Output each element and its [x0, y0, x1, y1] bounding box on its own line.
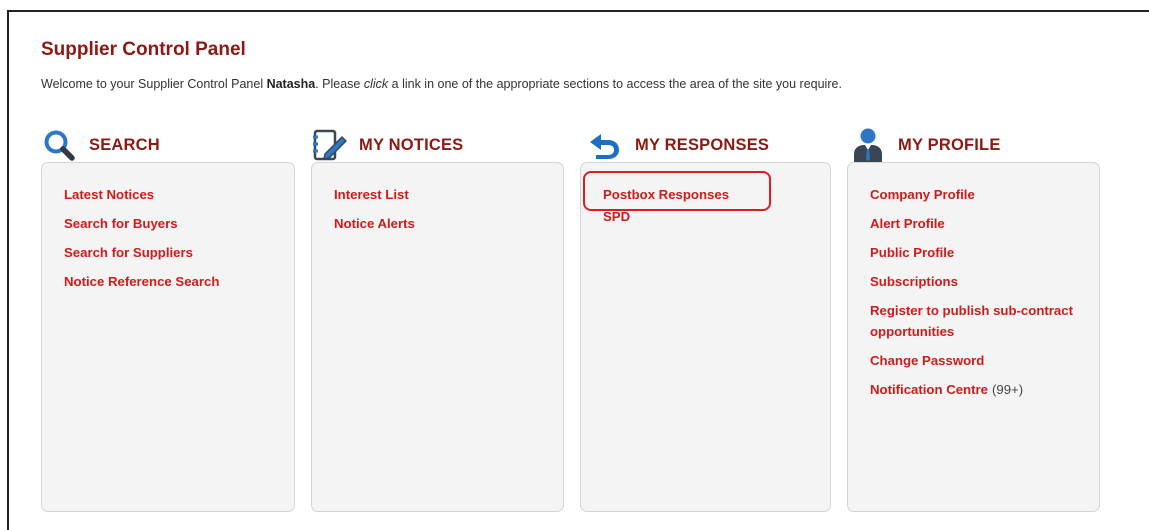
panel-notices: Interest List Notice Alerts — [311, 162, 564, 512]
notification-count-badge: (99+) — [991, 382, 1024, 397]
welcome-text-click: click — [363, 77, 389, 91]
panel-search: Latest Notices Search for Buyers Search … — [41, 162, 295, 512]
notepad-pencil-icon — [311, 127, 347, 163]
panel-profile: Company Profile Alert Profile Public Pro… — [847, 162, 1100, 512]
panel-responses: Postbox Responses SPD — [580, 162, 831, 512]
section-title-profile: MY PROFILE — [898, 135, 1001, 154]
link-interest-list[interactable]: Interest List — [312, 180, 563, 209]
user-name: Natasha — [266, 77, 316, 91]
section-header-responses: MY RESPONSES — [587, 127, 769, 163]
welcome-text-start: Welcome to your Supplier Control Panel — [41, 77, 267, 91]
link-register-subcontract[interactable]: Register to publish sub-contract opportu… — [848, 296, 1099, 346]
notification-centre-item: Notification Centre (99+) — [848, 375, 1099, 404]
section-title-responses: MY RESPONSES — [635, 135, 770, 154]
magnifier-icon — [41, 127, 77, 163]
welcome-text-end: a link in one of the appropriate section… — [388, 77, 842, 91]
link-notification-centre[interactable]: Notification Centre — [870, 382, 988, 397]
section-title-notices: MY NOTICES — [359, 135, 464, 154]
link-company-profile[interactable]: Company Profile — [848, 180, 1099, 209]
page-title: Supplier Control Panel — [41, 39, 246, 60]
link-alert-profile[interactable]: Alert Profile — [848, 209, 1099, 238]
link-change-password[interactable]: Change Password — [848, 346, 1099, 375]
welcome-text-mid: . Please — [315, 77, 364, 91]
welcome-message: Welcome to your Supplier Control Panel N… — [41, 77, 842, 91]
link-notice-reference-search[interactable]: Notice Reference Search — [42, 267, 294, 296]
section-header-notices: MY NOTICES — [311, 127, 463, 163]
link-search-for-buyers[interactable]: Search for Buyers — [42, 209, 294, 238]
link-subscriptions[interactable]: Subscriptions — [848, 267, 1099, 296]
section-header-search: SEARCH — [41, 127, 160, 163]
link-public-profile[interactable]: Public Profile — [848, 238, 1099, 267]
section-header-profile: MY PROFILE — [850, 127, 1001, 163]
link-search-for-suppliers[interactable]: Search for Suppliers — [42, 238, 294, 267]
section-title-search: SEARCH — [89, 135, 160, 154]
link-notice-alerts[interactable]: Notice Alerts — [312, 209, 563, 238]
link-latest-notices[interactable]: Latest Notices — [42, 180, 294, 209]
user-profile-icon — [850, 127, 886, 163]
return-arrow-icon — [587, 127, 623, 163]
